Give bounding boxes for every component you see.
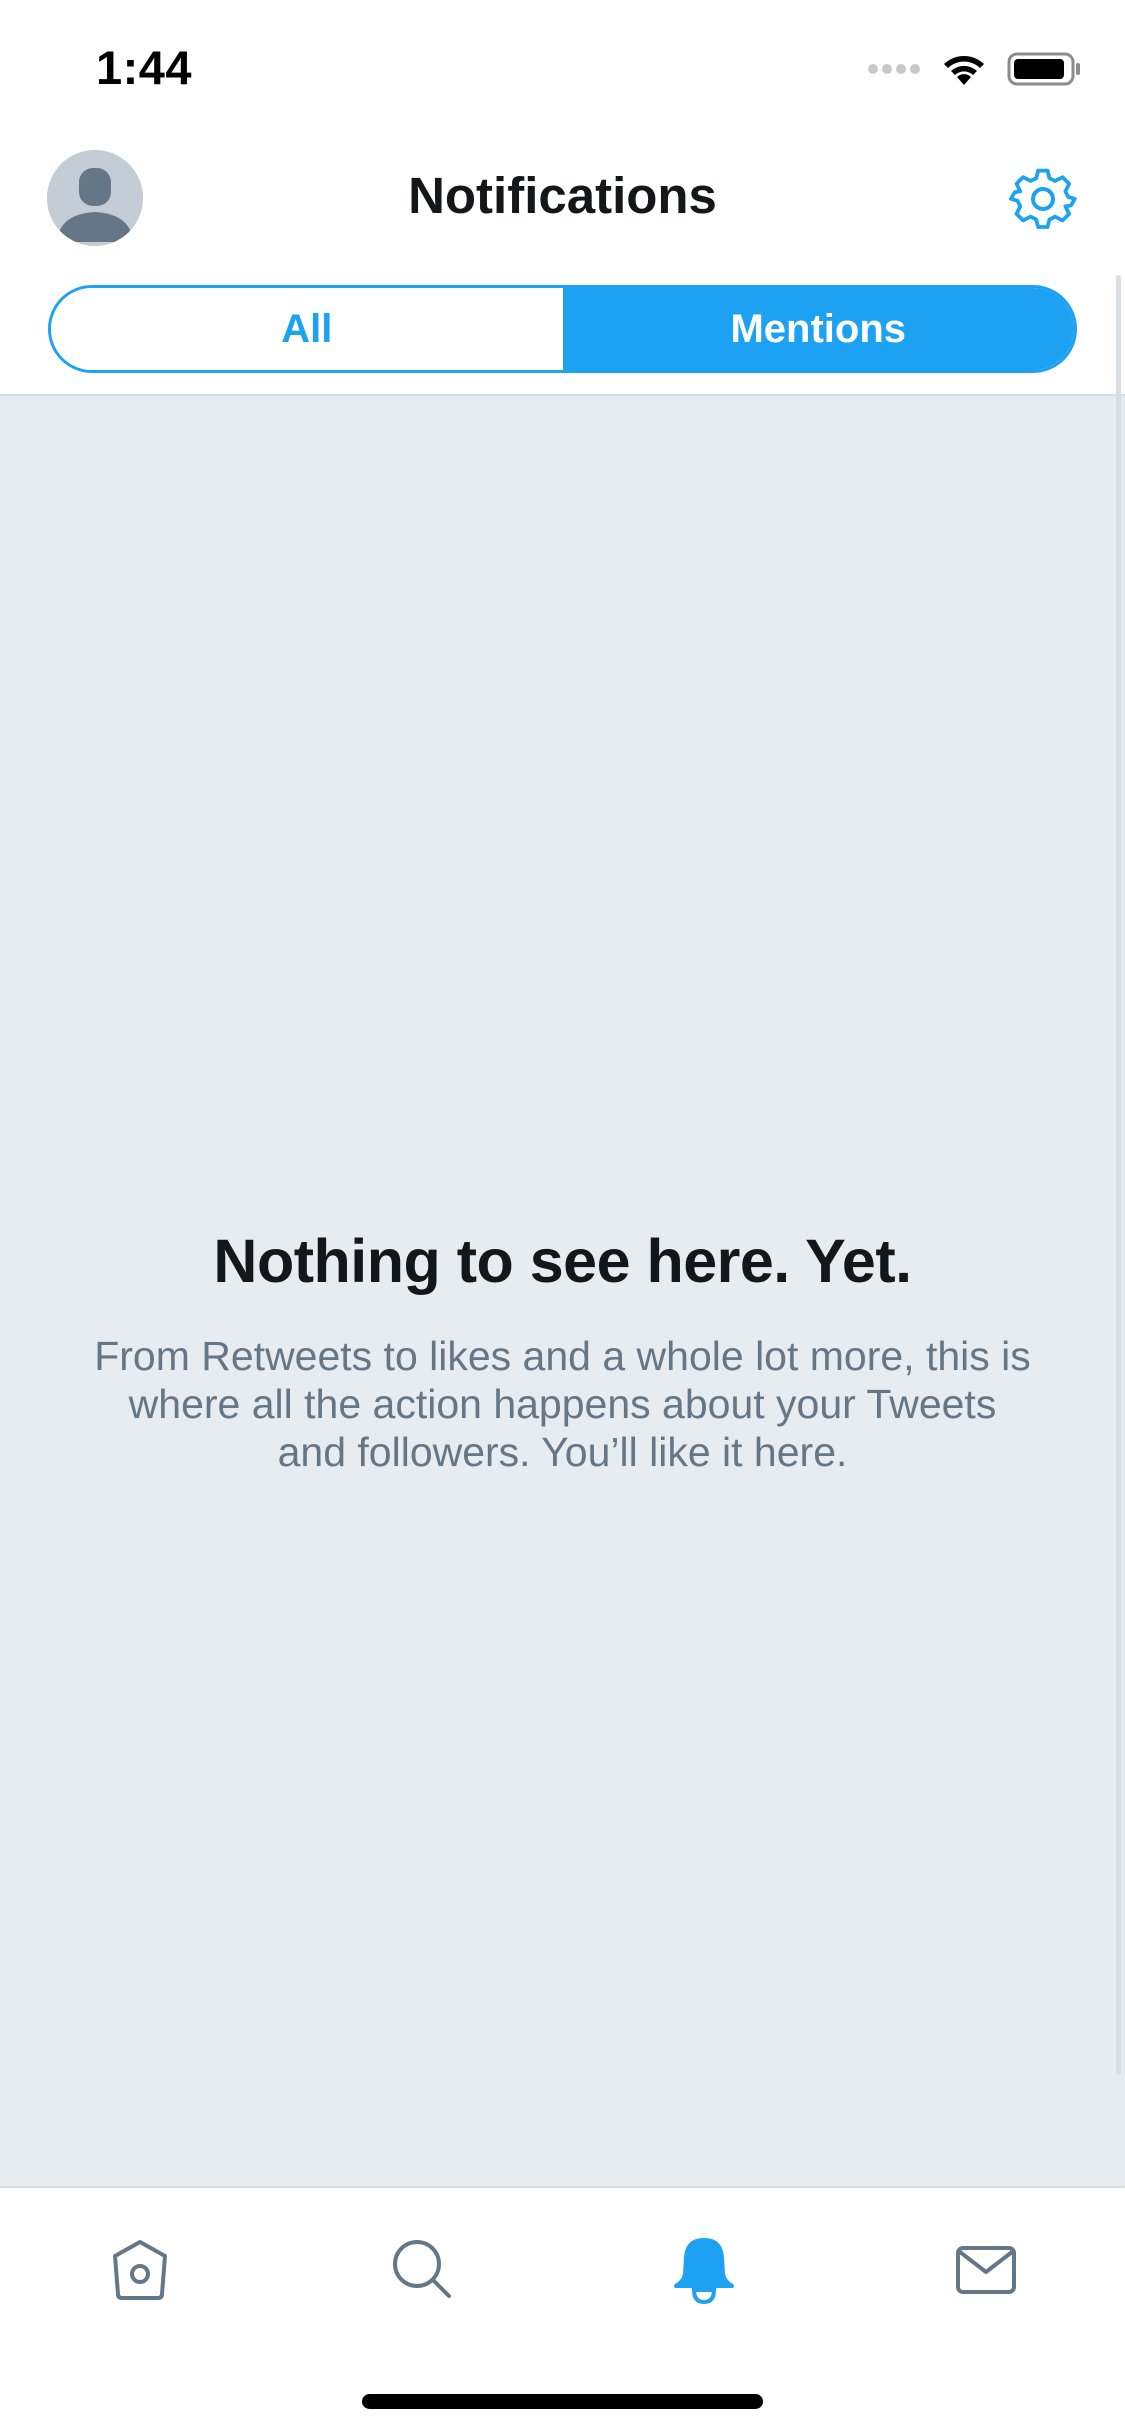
tab-messages[interactable] xyxy=(951,2234,1021,2304)
wifi-icon xyxy=(941,51,987,92)
home-indicator[interactable] xyxy=(362,2394,763,2409)
search-icon xyxy=(393,2240,451,2298)
bell-icon xyxy=(674,2238,734,2304)
empty-state-area: Nothing to see here. Yet. From Retweets … xyxy=(0,396,1125,2186)
status-bar: 1:44 xyxy=(0,0,1125,132)
settings-button[interactable] xyxy=(1009,165,1077,233)
header: Notifications xyxy=(0,132,1125,264)
tab-notifications[interactable] xyxy=(669,2234,739,2304)
tab-search[interactable] xyxy=(387,2234,457,2304)
page-title: Notifications xyxy=(408,167,717,224)
mail-icon xyxy=(956,2246,1016,2294)
battery-icon xyxy=(1007,51,1083,92)
tab-home[interactable] xyxy=(105,2234,175,2304)
status-time: 1:44 xyxy=(96,41,193,94)
home-icon xyxy=(113,2240,167,2300)
empty-state-title: Nothing to see here. Yet. xyxy=(213,1227,912,1295)
status-icons xyxy=(867,46,1083,96)
tab-all[interactable]: All xyxy=(51,288,563,370)
gear-icon xyxy=(1009,168,1077,229)
notification-filter-tabs: All Mentions xyxy=(48,285,1077,373)
scrollbar[interactable] xyxy=(1116,275,1121,2075)
signal-dots-icon xyxy=(867,62,921,81)
empty-state-description: From Retweets to likes and a whole lot m… xyxy=(94,1333,1031,1475)
tab-mentions[interactable]: Mentions xyxy=(562,288,1074,370)
notifications-screen: 1:44 Notifications All Mentions Nothing … xyxy=(0,0,1125,2436)
